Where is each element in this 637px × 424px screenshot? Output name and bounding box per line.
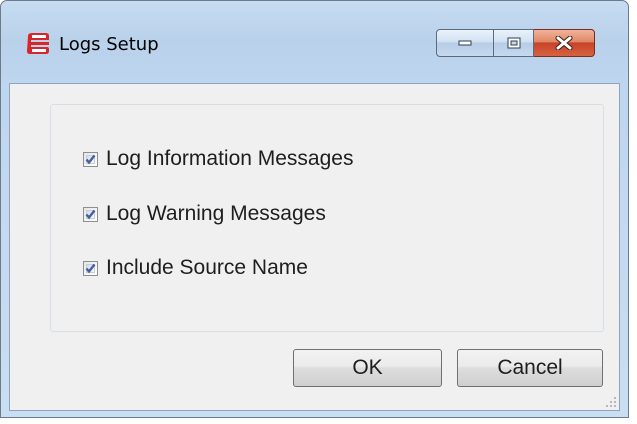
minimize-button[interactable] [436,29,494,57]
resize-grip-icon[interactable] [605,396,617,408]
log-warning-checkbox[interactable] [83,206,98,222]
cancel-button[interactable]: Cancel [457,349,603,387]
include-source-checkbox[interactable] [83,260,98,276]
window-title: Logs Setup [59,34,159,55]
caption-buttons [436,29,595,57]
logs-app-icon[interactable] [25,32,51,56]
maximize-button[interactable] [494,29,534,57]
options-group: Log Information Messages Log Warning Mes… [50,104,604,332]
minimize-icon [458,40,472,46]
option-label[interactable]: Include Source Name [106,256,308,280]
maximize-icon [507,37,520,49]
dialog-client-area: Log Information Messages Log Warning Mes… [9,83,620,411]
option-log-warning[interactable]: Log Warning Messages [83,201,326,227]
check-mark-icon [85,263,96,273]
check-mark-icon [85,154,96,164]
log-information-checkbox[interactable] [83,151,98,167]
option-include-source[interactable]: Include Source Name [83,255,308,281]
check-mark-icon [85,209,96,219]
close-button[interactable] [534,29,595,57]
dialog-window: Logs Setup Log Information Messages Log … [0,0,629,418]
close-icon [555,36,573,50]
ok-button[interactable]: OK [293,349,442,387]
option-log-information[interactable]: Log Information Messages [83,146,353,172]
title-bar[interactable]: Logs Setup [1,1,628,83]
option-label[interactable]: Log Information Messages [106,147,353,171]
option-label[interactable]: Log Warning Messages [106,202,326,226]
